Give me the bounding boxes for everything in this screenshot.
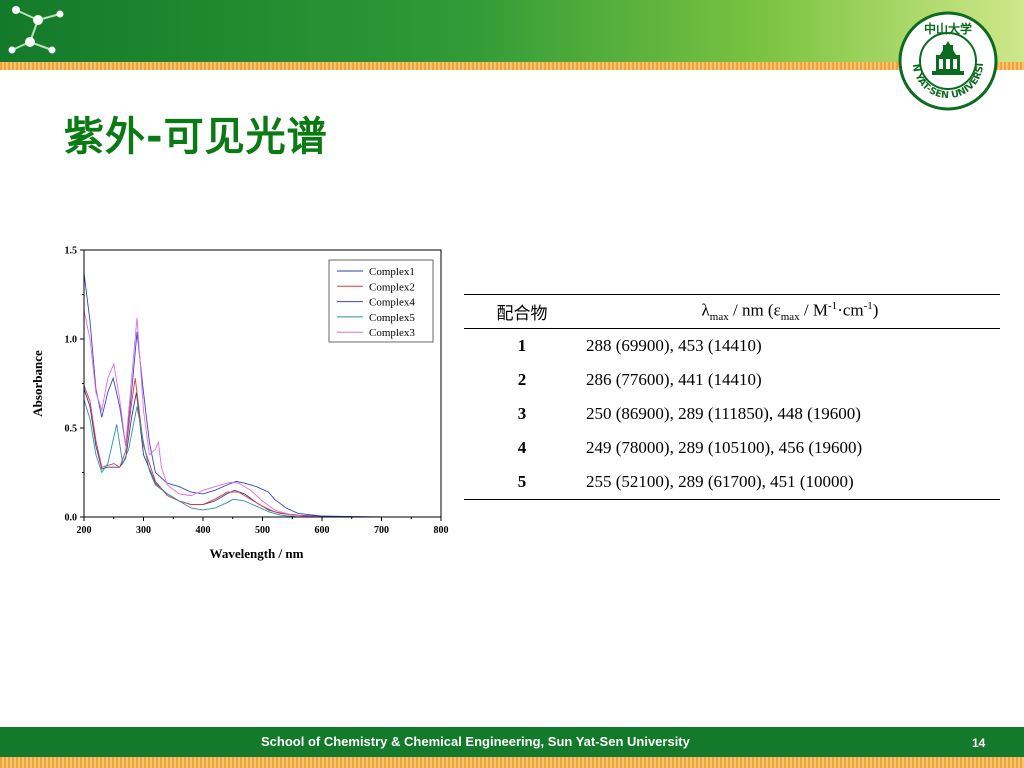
legend-label: Complex4: [369, 297, 415, 309]
complex-id: 3: [517, 404, 527, 423]
complex-id: 4: [517, 438, 527, 457]
y-tick-label: 1.0: [65, 335, 78, 346]
y-tick-label: 1.5: [65, 246, 78, 257]
unit-text: ): [872, 300, 879, 320]
molecule-icon: [8, 6, 64, 54]
exponent: -1: [863, 299, 873, 312]
university-seal-logo: SUN YAT-SEN UNIVERSITY 中山大学: [898, 11, 998, 111]
y-tick-label: 0.0: [65, 513, 78, 524]
absorption-values: 250 (86900), 289 (111850), 448 (19600): [586, 404, 861, 423]
absorption-values: 249 (78000), 289 (105100), 456 (19600): [586, 438, 863, 457]
footer-stripe: [0, 757, 1024, 768]
header-complex: 配合物: [464, 294, 580, 329]
exponent: -1: [828, 299, 838, 312]
table-row: 2 286 (77600), 441 (14410): [464, 363, 1000, 397]
max-subscript: max: [709, 311, 729, 324]
footer-text: School of Chemistry & Chemical Engineeri…: [261, 734, 690, 749]
series-line-complex5: [83, 399, 441, 518]
y-axis-label: Absorbance: [30, 350, 45, 417]
table-row: 3 250 (86900), 289 (111850), 448 (19600): [464, 397, 1000, 431]
table-row: 5 255 (52100), 289 (61700), 451 (10000): [464, 465, 1000, 500]
absorption-values: 286 (77600), 441 (14410): [586, 370, 762, 389]
page-number: 14: [972, 736, 986, 750]
unit-text: / M: [799, 300, 829, 320]
x-tick-label: 600: [315, 525, 330, 536]
legend-label: Complex2: [369, 281, 415, 293]
x-axis-label: Wavelength / nm: [210, 546, 304, 561]
unit-text: ·cm: [837, 300, 864, 320]
x-tick-label: 700: [374, 525, 389, 536]
epsilon-symbol: ε: [773, 300, 781, 320]
x-tick-label: 200: [77, 525, 92, 536]
table-row: 4 249 (78000), 289 (105100), 456 (19600): [464, 431, 1000, 465]
absorption-values: 288 (69900), 453 (14410): [586, 336, 762, 355]
y-tick-label: 0.5: [65, 424, 78, 435]
complex-id: 2: [517, 370, 527, 389]
series-line-complex2: [83, 378, 441, 518]
table-row: 1 288 (69900), 453 (14410): [464, 329, 1000, 364]
header-stripe: [0, 62, 1024, 70]
complex-id: 5: [464, 465, 580, 500]
svg-text:中山大学: 中山大学: [924, 21, 972, 36]
legend-label: Complex1: [369, 266, 415, 278]
legend-label: Complex5: [369, 312, 415, 324]
absorption-data-table: 配合物 λmax / nm (εmax / M-1·cm-1) 1 288 (6…: [464, 294, 1000, 500]
legend-label: Complex3: [369, 327, 415, 339]
table-header-row: 配合物 λmax / nm (εmax / M-1·cm-1): [464, 294, 1000, 329]
x-tick-label: 800: [434, 525, 449, 536]
uv-vis-spectrum-chart: 200 300 400 500 600 700 800 0.0 0.5 1.0 1.5 Wavelen…: [30, 246, 449, 562]
x-tick-label: 300: [136, 525, 151, 536]
absorption-values: 255 (52100), 289 (61700), 451 (10000): [580, 465, 1000, 500]
max-subscript: max: [780, 311, 800, 324]
header-lambda-epsilon: λmax / nm (εmax / M-1·cm-1): [580, 294, 1000, 329]
x-tick-label: 500: [255, 525, 270, 536]
unit-text: / nm (: [728, 300, 774, 320]
slide-title: 紫外-可见光谱: [64, 114, 328, 160]
lambda-symbol: λ: [701, 300, 710, 320]
x-tick-label: 400: [196, 525, 211, 536]
complex-id: 1: [517, 336, 527, 355]
header-band: [0, 0, 1024, 62]
